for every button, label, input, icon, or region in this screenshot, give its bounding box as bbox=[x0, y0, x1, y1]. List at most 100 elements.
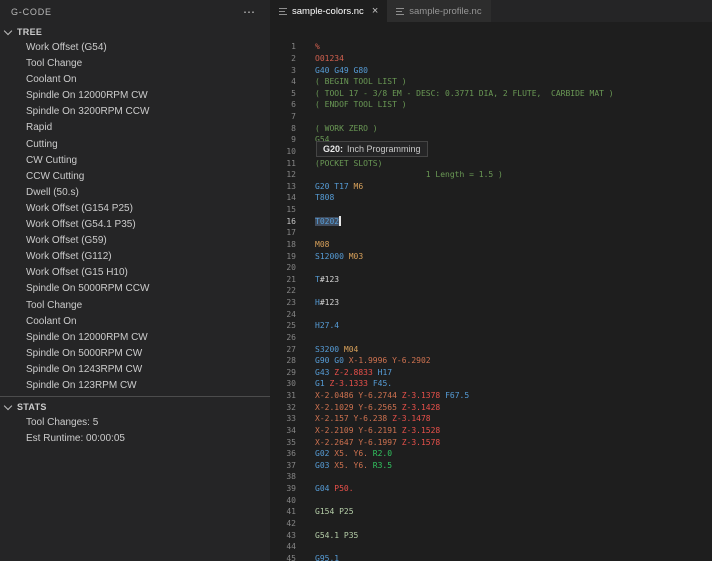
tree-item[interactable]: Spindle On 123RPM CW bbox=[0, 378, 270, 394]
code-token: X-2.2109 Y-6.2191 bbox=[315, 426, 402, 435]
tab-sample-profile.nc[interactable]: sample-profile.nc bbox=[387, 0, 491, 22]
line-content: T808 bbox=[315, 193, 334, 202]
code-line[interactable]: 16T0202 bbox=[270, 215, 712, 227]
code-line[interactable]: 2O01234 bbox=[270, 53, 712, 65]
code-token: H17 bbox=[378, 368, 392, 377]
tree-item[interactable]: Work Offset (G154 P25) bbox=[0, 201, 270, 217]
code-token: ( TOOL 17 - 3/8 EM - DESC: 0.3771 DIA, 2… bbox=[315, 89, 614, 98]
code-line[interactable]: 45G95.1 bbox=[270, 553, 712, 561]
code-line[interactable]: 14T808 bbox=[270, 192, 712, 204]
code-line[interactable]: 39G04 P50. bbox=[270, 483, 712, 495]
tree-item[interactable]: CW Cutting bbox=[0, 153, 270, 169]
code-line[interactable]: 4( BEGIN TOOL LIST ) bbox=[270, 76, 712, 88]
code-line[interactable]: 11(POCKET SLOTS) bbox=[270, 157, 712, 169]
line-number: 1 bbox=[270, 42, 296, 51]
tree-item[interactable]: Work Offset (G112) bbox=[0, 249, 270, 265]
line-content: G54.1 P35 bbox=[315, 531, 358, 540]
code-line[interactable]: 8( WORK ZERO ) bbox=[270, 122, 712, 134]
tree-item[interactable]: Spindle On 5000RPM CCW bbox=[0, 281, 270, 297]
tree-item[interactable]: Spindle On 1243RPM CW bbox=[0, 362, 270, 378]
tree-item[interactable]: CCW Cutting bbox=[0, 169, 270, 185]
code-line[interactable]: 5( TOOL 17 - 3/8 EM - DESC: 0.3771 DIA, … bbox=[270, 88, 712, 100]
code-line[interactable]: 21T#123 bbox=[270, 274, 712, 286]
section-header-tree[interactable]: TREE bbox=[0, 24, 270, 40]
code-line[interactable]: 28G90 G0 X-1.9996 Y-6.2902 bbox=[270, 355, 712, 367]
code-token: G54.1 P35 bbox=[315, 531, 358, 540]
code-line[interactable]: 41G154 P25 bbox=[270, 506, 712, 518]
code-token: X-2.1029 Y-6.2565 bbox=[315, 403, 402, 412]
tab-sample-colors.nc[interactable]: sample-colors.nc × bbox=[270, 0, 387, 22]
section-header-stats[interactable]: STATS bbox=[0, 399, 270, 415]
code-line[interactable]: 27S3200 M04 bbox=[270, 343, 712, 355]
line-number: 7 bbox=[270, 112, 296, 121]
code-line[interactable]: 17 bbox=[270, 227, 712, 239]
tree-item[interactable]: Spindle On 5000RPM CW bbox=[0, 346, 270, 362]
line-number: 44 bbox=[270, 542, 296, 551]
code-line[interactable]: 36G02 X5. Y6. R2.0 bbox=[270, 448, 712, 460]
code-line[interactable]: 33X-2.157 Y-6.238 Z-3.1478 bbox=[270, 413, 712, 425]
tree-item[interactable]: Work Offset (G54) bbox=[0, 40, 270, 56]
code-line[interactable]: 23H#123 bbox=[270, 297, 712, 309]
code-line[interactable]: 7 bbox=[270, 111, 712, 123]
code-line[interactable]: 3G40 G49 G80 bbox=[270, 64, 712, 76]
line-content: T#123 bbox=[315, 275, 339, 284]
code-line[interactable]: 44 bbox=[270, 541, 712, 553]
code-line[interactable]: 37G03 X5. Y6. R3.5 bbox=[270, 460, 712, 472]
line-content: ( WORK ZERO ) bbox=[315, 124, 378, 133]
code-line[interactable]: 42 bbox=[270, 518, 712, 530]
code-token: G95.1 bbox=[315, 554, 339, 561]
tab-label: sample-colors.nc bbox=[292, 6, 364, 17]
tree-item[interactable]: Tool Change bbox=[0, 298, 270, 314]
code-line[interactable]: 18M08 bbox=[270, 239, 712, 251]
tree-item[interactable]: Spindle On 12000RPM CW bbox=[0, 330, 270, 346]
code-token: M6 bbox=[354, 182, 364, 191]
tree-item[interactable]: Coolant On bbox=[0, 314, 270, 330]
ellipsis-icon[interactable]: ⋯ bbox=[243, 9, 256, 15]
code-line[interactable]: 13G20 T17 M6 bbox=[270, 181, 712, 193]
code-token: H27.4 bbox=[315, 321, 339, 330]
line-number: 33 bbox=[270, 414, 296, 423]
code-line[interactable]: 26 bbox=[270, 332, 712, 344]
tree-item[interactable]: Work Offset (G15 H10) bbox=[0, 265, 270, 281]
code-line[interactable]: 12 1 Length = 1.5 ) bbox=[270, 169, 712, 181]
code-token: S12000 bbox=[315, 252, 349, 261]
code-token: T808 bbox=[315, 193, 334, 202]
tree-item[interactable]: Spindle On 12000RPM CW bbox=[0, 88, 270, 104]
code-line[interactable]: 25H27.4 bbox=[270, 320, 712, 332]
tree-item[interactable]: Coolant On bbox=[0, 72, 270, 88]
code-line[interactable]: 20 bbox=[270, 262, 712, 274]
tree-item[interactable]: Work Offset (G59) bbox=[0, 233, 270, 249]
code-line[interactable]: 32X-2.1029 Y-6.2565 Z-3.1428 bbox=[270, 401, 712, 413]
line-content: ( TOOL 17 - 3/8 EM - DESC: 0.3771 DIA, 2… bbox=[315, 89, 614, 98]
line-content: H27.4 bbox=[315, 321, 339, 330]
code-line[interactable]: 35X-2.2647 Y-6.1997 Z-3.1578 bbox=[270, 436, 712, 448]
tree-item[interactable]: Cutting bbox=[0, 137, 270, 153]
code-line[interactable]: 1% bbox=[270, 41, 712, 53]
code-token: Z-3.1428 bbox=[402, 403, 441, 412]
code-line[interactable]: 6( ENDOF TOOL LIST ) bbox=[270, 99, 712, 111]
line-number: 30 bbox=[270, 379, 296, 388]
tree-item[interactable]: Tool Change bbox=[0, 56, 270, 72]
line-content: G1 Z-3.1333 F45. bbox=[315, 379, 392, 388]
tree-item[interactable]: Spindle On 3200RPM CCW bbox=[0, 104, 270, 120]
code-line[interactable]: 15 bbox=[270, 204, 712, 216]
code-line[interactable]: 24 bbox=[270, 308, 712, 320]
code-line[interactable]: 34X-2.2109 Y-6.2191 Z-3.1528 bbox=[270, 425, 712, 437]
line-content: H#123 bbox=[315, 298, 339, 307]
code-line[interactable]: 40 bbox=[270, 494, 712, 506]
code-token: ( ENDOF TOOL LIST ) bbox=[315, 100, 407, 109]
code-line[interactable]: 38 bbox=[270, 471, 712, 483]
code-editor[interactable]: 1%2O012343G40 G49 G804( BEGIN TOOL LIST … bbox=[270, 22, 712, 561]
code-line[interactable]: 43G54.1 P35 bbox=[270, 529, 712, 541]
sidebar-sections: TREEWork Offset (G54)Tool ChangeCoolant … bbox=[0, 24, 270, 447]
code-line[interactable]: 29G43 Z-2.8833 H17 bbox=[270, 367, 712, 379]
close-icon[interactable]: × bbox=[372, 6, 378, 16]
code-line[interactable]: 19S12000 M03 bbox=[270, 250, 712, 262]
code-line[interactable]: 22 bbox=[270, 285, 712, 297]
tree-item[interactable]: Work Offset (G54.1 P35) bbox=[0, 217, 270, 233]
code-line[interactable]: 31X-2.0486 Y-6.2744 Z-3.1378 F67.5 bbox=[270, 390, 712, 402]
tree-item[interactable]: Rapid bbox=[0, 120, 270, 136]
code-line[interactable]: 30 G1 Z-3.1333 F45. bbox=[270, 378, 712, 390]
tree-item[interactable]: Dwell (50.s) bbox=[0, 185, 270, 201]
code-token: (POCKET SLOTS) bbox=[315, 159, 382, 168]
